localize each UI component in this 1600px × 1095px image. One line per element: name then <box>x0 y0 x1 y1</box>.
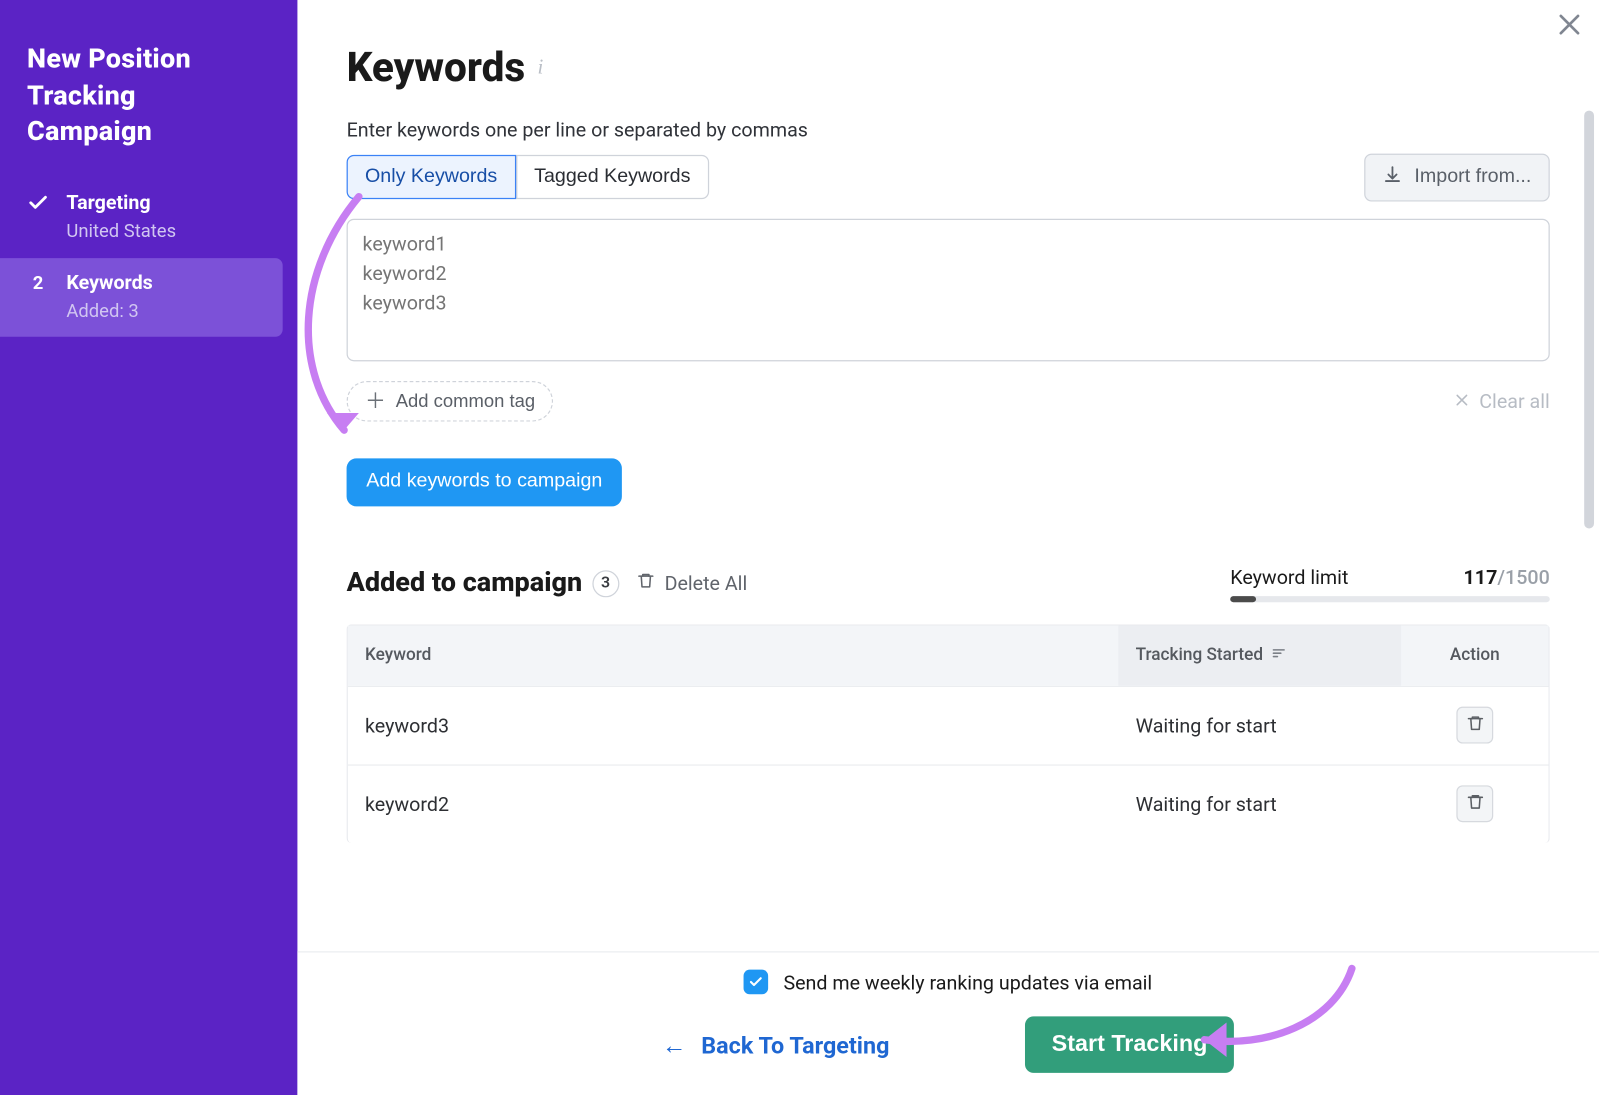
step-sublabel: United States <box>66 218 176 246</box>
step-number: 2 <box>27 267 49 324</box>
wizard-title-line1: New Position Tracking <box>27 44 191 111</box>
delete-all-button[interactable]: Delete All <box>636 572 747 595</box>
limit-used: 117 <box>1464 565 1498 588</box>
main-panel: Keywords i Enter keywords one per line o… <box>297 0 1599 1095</box>
wizard-title: New Position Tracking Campaign <box>0 42 297 178</box>
keyword-mode-segment: Only Keywords Tagged Keywords <box>347 155 709 199</box>
table-row: keyword2 Waiting for start <box>348 764 1549 843</box>
trash-icon <box>636 572 654 595</box>
back-to-targeting-link[interactable]: ← Back To Targeting <box>662 1029 889 1060</box>
weekly-updates-label: Send me weekly ranking updates via email <box>783 970 1152 993</box>
weekly-updates-checkbox[interactable] <box>744 970 769 995</box>
column-tracking-label: Tracking Started <box>1136 645 1263 665</box>
added-count-badge: 3 <box>592 570 619 597</box>
page-title-text: Keywords <box>347 44 526 93</box>
cell-keyword: keyword2 <box>348 765 1119 842</box>
tab-tagged-keywords[interactable]: Tagged Keywords <box>516 155 709 199</box>
limit-progress-bar <box>1230 596 1550 602</box>
sidebar-step-targeting[interactable]: Targeting United States <box>0 178 297 257</box>
keywords-table: Keyword Tracking Started Action keyword3… <box>347 624 1550 843</box>
clear-all-button[interactable]: Clear all <box>1453 389 1549 412</box>
import-label: Import from... <box>1414 166 1531 188</box>
cell-status: Waiting for start <box>1118 687 1401 764</box>
wizard-sidebar: New Position Tracking Campaign Targeting… <box>0 0 297 1095</box>
trash-icon <box>1466 793 1484 815</box>
back-label: Back To Targeting <box>701 1031 889 1059</box>
column-keyword[interactable]: Keyword <box>348 625 1119 685</box>
tab-only-keywords[interactable]: Only Keywords <box>347 155 516 199</box>
column-action: Action <box>1401 625 1548 685</box>
delete-row-button[interactable] <box>1456 785 1493 822</box>
cell-status: Waiting for start <box>1118 765 1401 842</box>
limit-total: /1500 <box>1497 565 1549 588</box>
limit-label: Keyword limit <box>1230 565 1348 588</box>
step-label: Keywords <box>66 267 152 296</box>
page-title: Keywords i <box>347 44 1550 93</box>
add-keywords-button[interactable]: Add keywords to campaign <box>347 458 622 506</box>
trash-icon <box>1466 714 1484 736</box>
download-icon <box>1382 164 1402 190</box>
instruction-text: Enter keywords one per line or separated… <box>347 117 1550 140</box>
start-tracking-button[interactable]: Start Tracking <box>1025 1016 1235 1073</box>
check-icon <box>27 188 49 245</box>
import-from-button[interactable]: Import from... <box>1364 153 1550 201</box>
clear-all-label: Clear all <box>1479 389 1550 412</box>
plus-icon: ＋ <box>365 390 386 411</box>
sort-descending-icon <box>1270 645 1286 666</box>
step-sublabel: Added: 3 <box>66 297 152 325</box>
keyword-limit: Keyword limit 117/1500 <box>1230 565 1550 602</box>
delete-all-label: Delete All <box>665 572 748 595</box>
step-label: Targeting <box>66 188 176 217</box>
cell-keyword: keyword3 <box>348 687 1119 764</box>
added-title-text: Added to campaign <box>347 568 583 599</box>
info-icon[interactable]: i <box>537 57 543 80</box>
close-icon <box>1453 389 1469 412</box>
column-tracking-started[interactable]: Tracking Started <box>1118 625 1401 685</box>
keywords-textarea[interactable] <box>347 218 1550 361</box>
sidebar-step-keywords[interactable]: 2 Keywords Added: 3 <box>0 258 283 337</box>
delete-row-button[interactable] <box>1456 707 1493 744</box>
footer: Send me weekly ranking updates via email… <box>297 951 1599 1095</box>
table-row: keyword3 Waiting for start <box>348 685 1549 764</box>
close-button[interactable] <box>1555 10 1584 44</box>
arrow-left-icon: ← <box>662 1029 687 1060</box>
add-common-tag-button[interactable]: ＋ Add common tag <box>347 380 554 421</box>
wizard-title-line2: Campaign <box>27 117 152 148</box>
scrollbar-thumb[interactable] <box>1584 111 1594 529</box>
added-title: Added to campaign 3 <box>347 568 620 599</box>
add-tag-label: Add common tag <box>396 390 535 411</box>
